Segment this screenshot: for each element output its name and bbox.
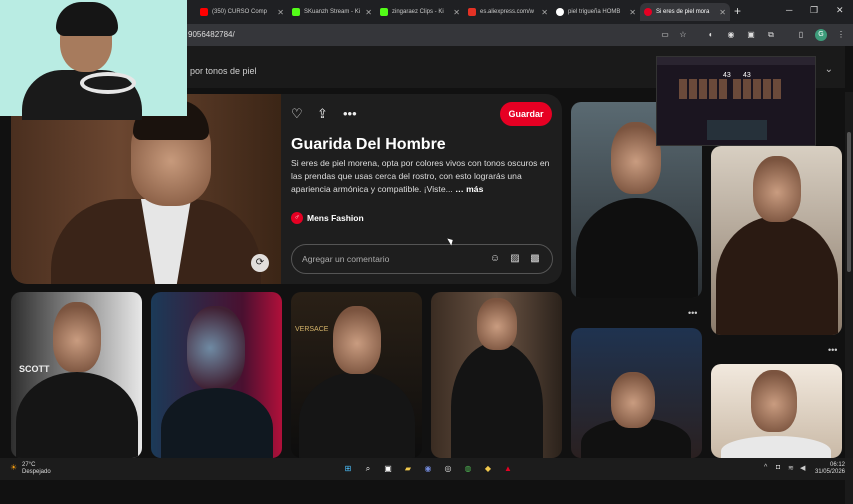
comment-placeholder: Agregar un comentario (302, 254, 390, 264)
more-options-icon[interactable]: ••• (828, 345, 837, 355)
tab-aliexpress[interactable]: es.aliexpress.com/w ✕ (464, 3, 552, 21)
pin-title: Guarida Del Hombre (291, 136, 446, 153)
pin-card[interactable] (571, 328, 702, 458)
profile-avatar[interactable]: G (815, 29, 827, 41)
temperature: 27°C (22, 462, 36, 468)
tab-pinterest[interactable]: Si eres de piel mora ✕ (640, 3, 730, 21)
more-options-icon[interactable]: ••• (343, 106, 357, 121)
pin-author[interactable]: ♂ Mens Fashion (291, 212, 364, 224)
kick-icon (380, 8, 388, 16)
google-icon (556, 8, 564, 16)
pin-card[interactable] (711, 364, 842, 458)
score-left: 43 (723, 72, 731, 79)
start-icon[interactable]: ⊞ (342, 463, 354, 475)
close-icon[interactable]: ✕ (541, 8, 548, 17)
save-button[interactable]: Guardar (500, 102, 552, 126)
discord-icon[interactable]: ◉ (422, 463, 434, 475)
author-name: Mens Fashion (307, 213, 364, 223)
pin-card[interactable]: VERSACE (291, 292, 422, 458)
extension-icon[interactable]: ◉ (726, 30, 736, 40)
tab-title: piel trigueña HOMB (568, 9, 621, 15)
author-avatar: ♂ (291, 212, 303, 224)
weather-widget[interactable]: 27°C Despejado (22, 462, 51, 476)
brand-text: VERSACE (295, 326, 329, 333)
sidebar-icon[interactable]: ▯ (796, 30, 806, 40)
tab-google-search[interactable]: piel trigueña HOMB ✕ (552, 3, 640, 21)
network-icon[interactable]: ◘ (776, 464, 780, 471)
pin-card[interactable] (711, 146, 842, 335)
game-stream-overlay: 43 43 (656, 56, 816, 146)
youtube-icon (200, 8, 208, 16)
weather-condition: Despejado (22, 469, 51, 475)
wifi-icon[interactable]: ≋ (788, 464, 794, 472)
more-options-icon[interactable]: ••• (688, 308, 697, 318)
headphones (80, 72, 136, 94)
volume-icon[interactable]: ◀ (800, 464, 805, 472)
close-icon[interactable]: ✕ (365, 8, 372, 17)
webcam-overlay (0, 0, 187, 120)
jersey-text: SCOTT (19, 364, 50, 374)
comment-input[interactable]: Agregar un comentario ☺ ▨ ▩ (291, 244, 553, 274)
image-icon[interactable]: ▩ (528, 252, 542, 266)
heart-icon[interactable]: ♡ (291, 106, 303, 122)
pinterest-icon (644, 8, 652, 16)
emoji-icon[interactable]: ☺ (488, 252, 502, 266)
aliexpress-icon (468, 8, 476, 16)
score-right: 43 (743, 72, 751, 79)
extension-icon[interactable]: ◐ (706, 30, 716, 40)
maximize-icon[interactable]: ❐ (810, 5, 818, 16)
search-query[interactable]: por tonos de piel (190, 66, 257, 76)
system-clock[interactable]: 06:12 31/05/2026 (815, 462, 845, 476)
close-icon[interactable]: ✕ (629, 8, 636, 17)
url-text[interactable]: 9056482784/ (188, 30, 235, 39)
search-icon[interactable]: ⌕ (362, 463, 374, 475)
app-icon[interactable]: ◆ (482, 463, 494, 475)
sticker-icon[interactable]: ▨ (508, 252, 522, 266)
task-view-icon[interactable]: ▣ (382, 463, 394, 475)
close-icon[interactable]: ✕ (719, 8, 726, 17)
tab-kick-stream[interactable]: SKuanzh Stream - Ki ✕ (288, 3, 376, 21)
tab-youtube[interactable]: (350) CURSO Comp ✕ (196, 3, 288, 21)
kick-icon (292, 8, 300, 16)
tab-title: (350) CURSO Comp (212, 9, 268, 15)
tab-kick-clips[interactable]: zingaraez Clips - Ki ✕ (376, 3, 464, 21)
date: 31/05/2026 (814, 469, 845, 475)
extension-icon[interactable]: ▣ (746, 30, 756, 40)
time: 06:12 (829, 462, 845, 468)
puzzle-icon[interactable]: ⧉ (766, 30, 776, 40)
steam-icon[interactable]: ◎ (442, 463, 454, 475)
more-link[interactable]: … más (455, 184, 483, 194)
tab-title: SKuanzh Stream - Ki (304, 9, 361, 15)
close-icon[interactable]: ✕ (277, 8, 284, 17)
chevron-down-icon[interactable]: ⌄ (825, 64, 833, 75)
weather-icon[interactable]: ☀ (10, 463, 17, 472)
tray-chevron-icon[interactable]: ^ (764, 464, 767, 471)
app-icon[interactable]: ▲ (502, 463, 514, 475)
menu-kebab-icon[interactable]: ⋮ (836, 30, 846, 40)
pin-description: Si eres de piel morena, opta por colores… (291, 157, 553, 196)
share-icon[interactable]: ⇪ (317, 106, 328, 122)
tab-title: Si eres de piel mora (656, 9, 710, 15)
file-explorer-icon[interactable]: ▰ (402, 463, 414, 475)
scrollbar[interactable] (845, 92, 853, 504)
pin-image[interactable]: ⟳ (11, 94, 281, 284)
close-window-icon[interactable]: ✕ (836, 5, 844, 16)
tab-title: es.aliexpress.com/w (480, 9, 535, 15)
pin-card[interactable] (431, 292, 562, 458)
bookmark-star-icon[interactable]: ☆ (678, 30, 688, 40)
chrome-icon[interactable]: ◍ (462, 463, 474, 475)
windows-taskbar: ☀ 27°C Despejado ⊞ ⌕ ▣ ▰ ◉ ◎ ◍ ◆ ▲ ^ ◘ ≋… (0, 458, 853, 480)
new-tab-button[interactable]: + (734, 4, 741, 18)
visual-search-icon[interactable]: ⟳ (251, 254, 269, 272)
pin-detail-card: ⟳ ♡ ⇪ ••• Guardar Guarida Del Hombre Si … (11, 94, 562, 284)
cast-icon[interactable]: ▭ (660, 30, 670, 40)
pin-info: ♡ ⇪ ••• Guardar Guarida Del Hombre Si er… (291, 94, 562, 284)
pin-card[interactable]: SCOTT (11, 292, 142, 458)
description-text: Si eres de piel morena, opta por colores… (291, 158, 550, 194)
pin-card[interactable] (151, 292, 282, 458)
tab-title: zingaraez Clips - Ki (392, 9, 444, 15)
close-icon[interactable]: ✕ (453, 8, 460, 17)
minimize-icon[interactable]: ─ (786, 5, 792, 15)
